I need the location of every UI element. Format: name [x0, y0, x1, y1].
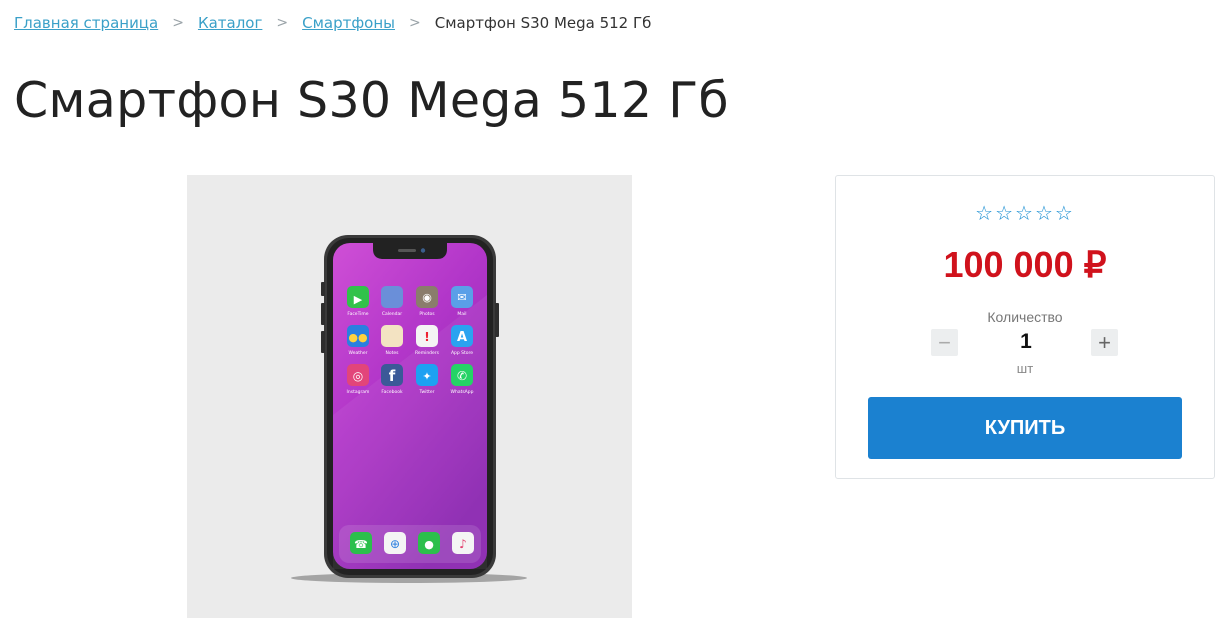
breadcrumb: Главная страница > Каталог > Смартфоны >…: [14, 14, 651, 32]
breadcrumb-link-smartphones[interactable]: Смартфоны: [302, 14, 395, 32]
svg-text:♪: ♪: [459, 537, 467, 551]
svg-text:●: ●: [424, 538, 434, 551]
svg-text:✆: ✆: [457, 369, 467, 383]
quantity-input[interactable]: 1: [986, 330, 1066, 354]
app-label: Calendar: [382, 311, 402, 317]
app-label: Mail: [457, 311, 466, 317]
app-label: Instagram: [347, 389, 370, 395]
svg-text:⊕: ⊕: [390, 537, 400, 551]
breadcrumb-current: Смартфон S30 Mega 512 Гб: [434, 14, 652, 32]
svg-text:▶: ▶: [354, 293, 363, 306]
star-outline-icon[interactable]: ☆: [975, 201, 995, 225]
chevron-right-icon: >: [172, 15, 184, 31]
app-label: FaceTime: [347, 311, 368, 317]
svg-text:◎: ◎: [353, 369, 363, 383]
rating-stars[interactable]: ☆☆☆☆☆: [836, 201, 1214, 225]
quantity-decrease-button[interactable]: −: [931, 329, 958, 356]
product-image[interactable]: ▶ ◉ ✉ ●● ! A ◎ f ✦ ✆ FaceTime Calendar P…: [187, 175, 632, 618]
smartphone-illustration: ▶ ◉ ✉ ●● ! A ◎ f ✦ ✆ FaceTime Calendar P…: [291, 235, 527, 583]
buy-button[interactable]: КУПИТЬ: [868, 397, 1182, 459]
svg-text:●●: ●●: [348, 331, 367, 344]
star-outline-icon[interactable]: ☆: [1015, 201, 1035, 225]
quantity-unit: шт: [1016, 361, 1034, 376]
app-label: WhatsApp: [451, 389, 474, 395]
app-label: Twitter: [418, 389, 434, 395]
app-label: Reminders: [415, 350, 440, 356]
svg-text:f: f: [389, 367, 396, 385]
app-label: Notes: [386, 350, 400, 356]
chevron-right-icon: >: [276, 15, 289, 31]
app-label: App Store: [451, 350, 473, 356]
star-outline-icon[interactable]: ☆: [1035, 201, 1055, 225]
svg-text:☎: ☎: [354, 538, 368, 551]
quantity-increase-button[interactable]: +: [1091, 329, 1118, 356]
svg-text:✦: ✦: [422, 370, 431, 383]
app-label: Weather: [349, 350, 368, 356]
breadcrumb-link-home[interactable]: Главная страница: [14, 14, 158, 32]
svg-text:!: !: [424, 330, 429, 344]
chevron-right-icon: >: [409, 15, 421, 31]
svg-text:✉: ✉: [457, 291, 466, 304]
svg-text:A: A: [457, 330, 467, 345]
page-title: Смартфон S30 Mega 512 Гб: [14, 72, 729, 129]
app-label: Photos: [419, 311, 435, 317]
star-outline-icon[interactable]: ☆: [1055, 201, 1075, 225]
app-label: Facebook: [381, 389, 403, 395]
breadcrumb-link-catalog[interactable]: Каталог: [198, 14, 262, 32]
star-outline-icon[interactable]: ☆: [995, 201, 1015, 225]
svg-text:◉: ◉: [422, 291, 432, 304]
buy-card: ☆☆☆☆☆ 100 000 ₽ Количество − 1 + шт КУПИ…: [835, 175, 1215, 479]
product-price: 100 000 ₽: [943, 244, 1107, 285]
quantity-label: Количество: [987, 309, 1063, 325]
